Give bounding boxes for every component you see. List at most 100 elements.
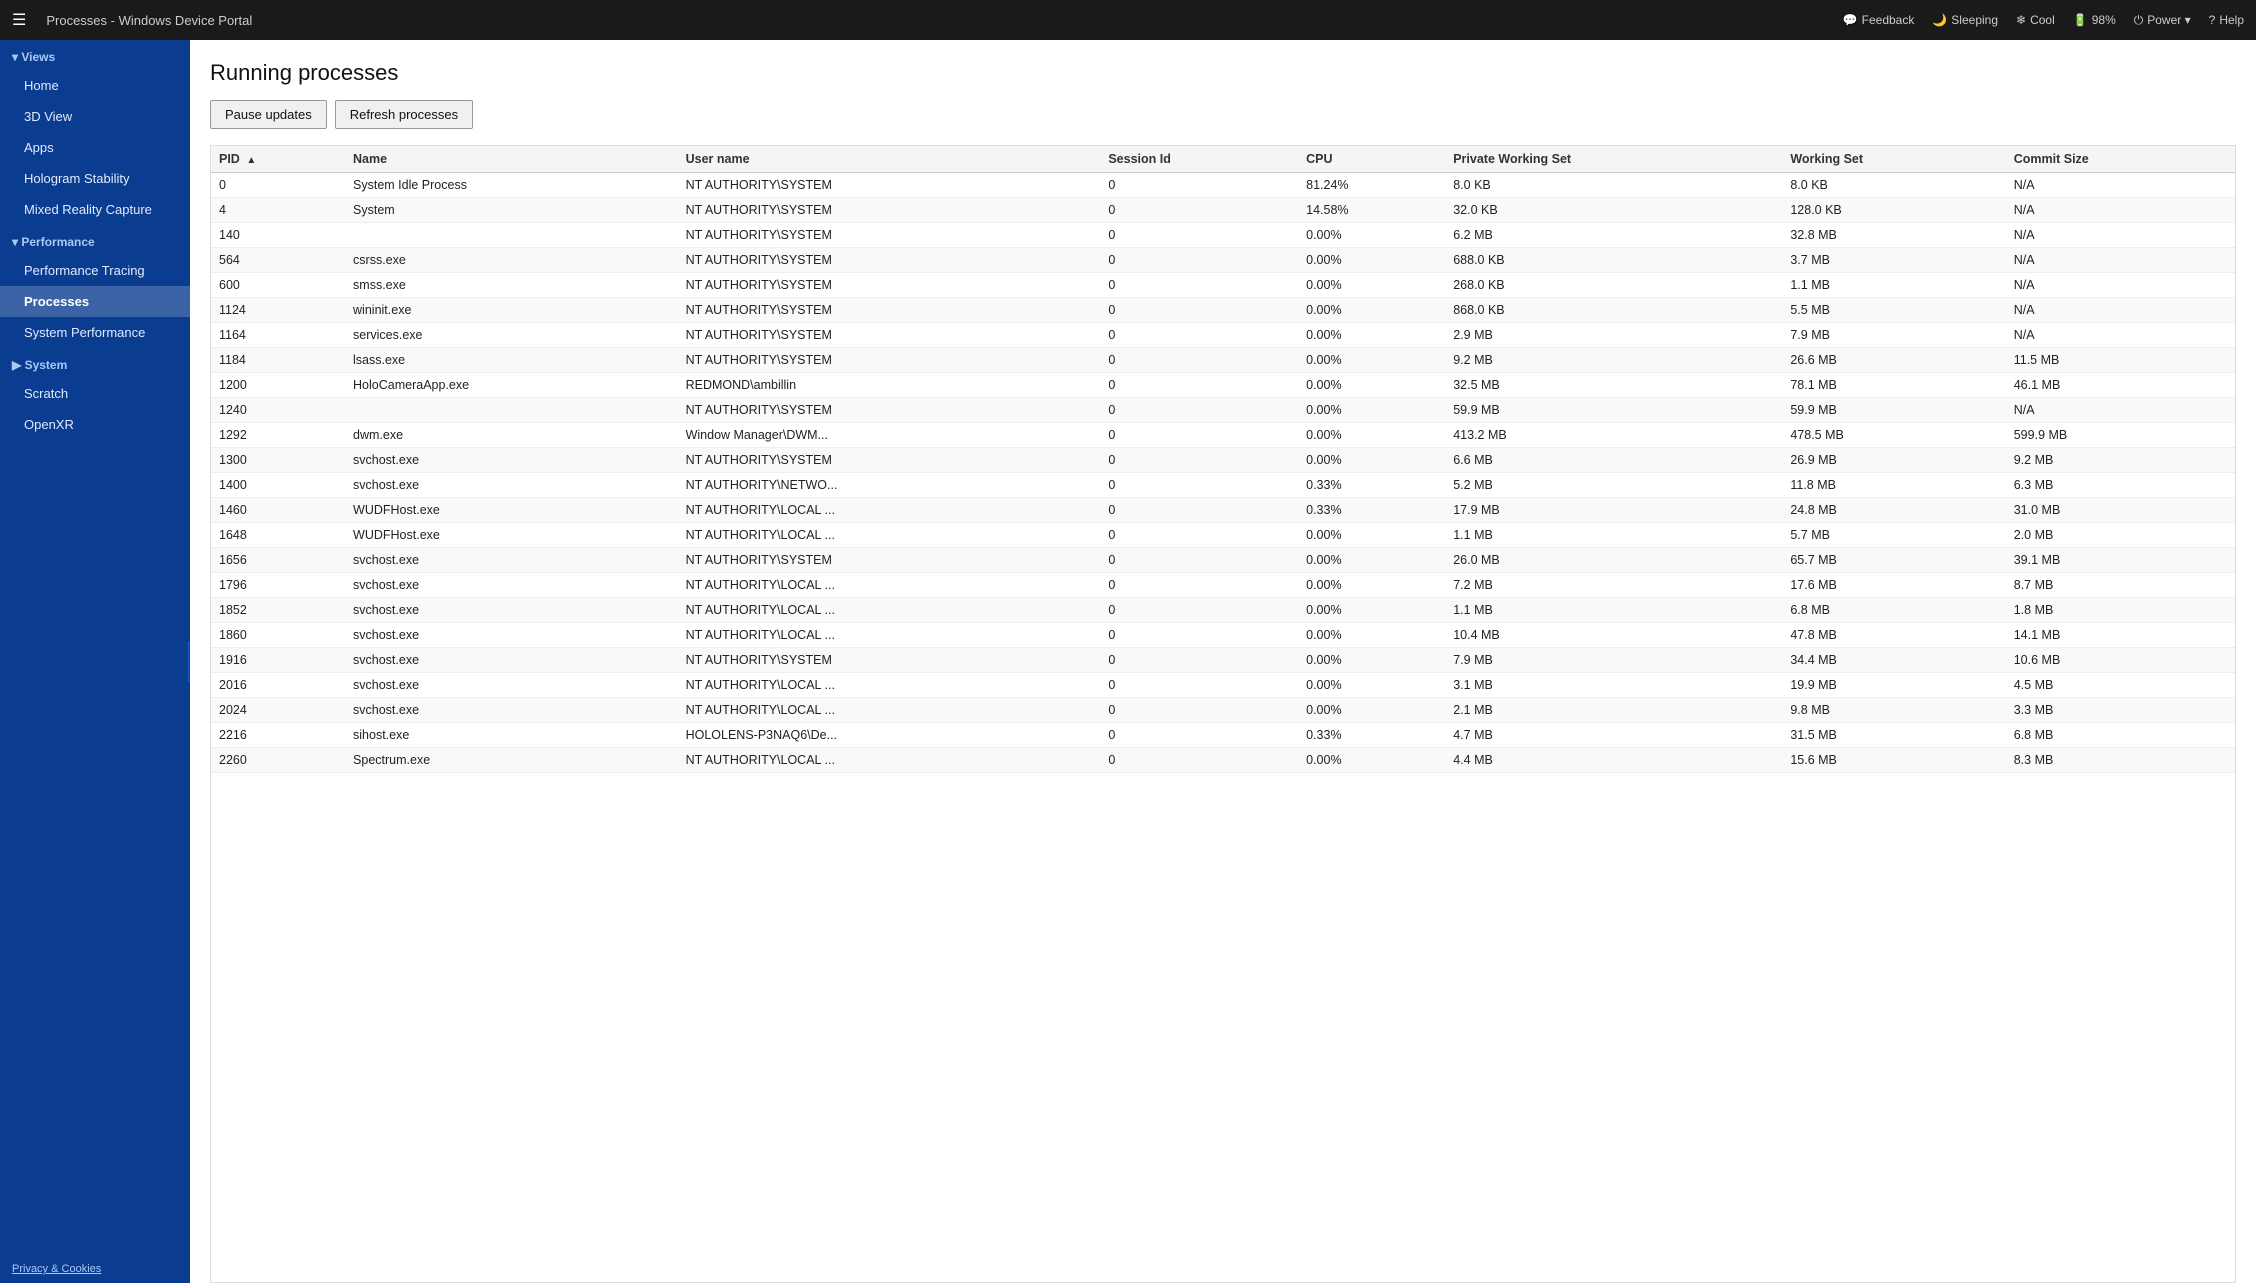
cell-pid: 1860 bbox=[211, 623, 345, 648]
cell-name: svchost.exe bbox=[345, 548, 678, 573]
cell-private_working_set: 4.7 MB bbox=[1445, 723, 1782, 748]
battery-button[interactable]: 🔋 98% bbox=[2073, 13, 2116, 27]
help-button[interactable]: ? Help bbox=[2209, 13, 2244, 27]
cell-session_id: 0 bbox=[1100, 648, 1298, 673]
sidebar-item-scratch[interactable]: Scratch bbox=[0, 378, 190, 409]
col-username[interactable]: User name bbox=[678, 146, 1101, 173]
sidebar-item-system-performance[interactable]: System Performance bbox=[0, 317, 190, 348]
cell-cpu: 0.00% bbox=[1298, 448, 1445, 473]
table-row[interactable]: 564csrss.exeNT AUTHORITY\SYSTEM00.00%688… bbox=[211, 248, 2235, 273]
sidebar-section-views[interactable]: ▾ Views bbox=[0, 40, 190, 70]
sidebar-item-home[interactable]: Home bbox=[0, 70, 190, 101]
table-row[interactable]: 1124wininit.exeNT AUTHORITY\SYSTEM00.00%… bbox=[211, 298, 2235, 323]
cell-pid: 1292 bbox=[211, 423, 345, 448]
table-row[interactable]: 2216sihost.exeHOLOLENS-P3NAQ6\De...00.33… bbox=[211, 723, 2235, 748]
table-row[interactable]: 1460WUDFHost.exeNT AUTHORITY\LOCAL ...00… bbox=[211, 498, 2235, 523]
menu-icon[interactable]: ☰ bbox=[12, 10, 26, 30]
cell-private_working_set: 868.0 KB bbox=[1445, 298, 1782, 323]
table-row[interactable]: 2016svchost.exeNT AUTHORITY\LOCAL ...00.… bbox=[211, 673, 2235, 698]
sidebar-item-performance-tracing[interactable]: Performance Tracing bbox=[0, 255, 190, 286]
table-row[interactable]: 1400svchost.exeNT AUTHORITY\NETWO...00.3… bbox=[211, 473, 2235, 498]
cell-pid: 600 bbox=[211, 273, 345, 298]
privacy-cookies-link[interactable]: Privacy & Cookies bbox=[0, 1255, 190, 1283]
table-row[interactable]: 0System Idle ProcessNT AUTHORITY\SYSTEM0… bbox=[211, 173, 2235, 198]
sidebar-item-3d-view[interactable]: 3D View bbox=[0, 101, 190, 132]
table-row[interactable]: 4SystemNT AUTHORITY\SYSTEM014.58%32.0 KB… bbox=[211, 198, 2235, 223]
cell-name: HoloCameraApp.exe bbox=[345, 373, 678, 398]
sidebar-collapse-button[interactable]: ◀ bbox=[188, 642, 190, 682]
table-row[interactable]: 2260Spectrum.exeNT AUTHORITY\LOCAL ...00… bbox=[211, 748, 2235, 773]
cell-session_id: 0 bbox=[1100, 423, 1298, 448]
cell-username: NT AUTHORITY\SYSTEM bbox=[678, 198, 1101, 223]
sort-arrow-pid: ▲ bbox=[246, 155, 256, 166]
col-name[interactable]: Name bbox=[345, 146, 678, 173]
cell-username: NT AUTHORITY\SYSTEM bbox=[678, 648, 1101, 673]
pause-updates-button[interactable]: Pause updates bbox=[210, 100, 327, 129]
cell-working_set: 34.4 MB bbox=[1782, 648, 2005, 673]
col-pid[interactable]: PID ▲ bbox=[211, 146, 345, 173]
cell-private_working_set: 4.4 MB bbox=[1445, 748, 1782, 773]
col-private-working-set[interactable]: Private Working Set bbox=[1445, 146, 1782, 173]
sidebar-item-apps[interactable]: Apps bbox=[0, 132, 190, 163]
col-session-id[interactable]: Session Id bbox=[1100, 146, 1298, 173]
sidebar-item-openxr[interactable]: OpenXR bbox=[0, 409, 190, 440]
table-row[interactable]: 1648WUDFHost.exeNT AUTHORITY\LOCAL ...00… bbox=[211, 523, 2235, 548]
cell-username: NT AUTHORITY\SYSTEM bbox=[678, 273, 1101, 298]
cell-username: NT AUTHORITY\SYSTEM bbox=[678, 548, 1101, 573]
cell-working_set: 128.0 KB bbox=[1782, 198, 2005, 223]
cell-name bbox=[345, 223, 678, 248]
cell-commit_size: N/A bbox=[2006, 323, 2235, 348]
cell-pid: 2024 bbox=[211, 698, 345, 723]
cell-session_id: 0 bbox=[1100, 448, 1298, 473]
sidebar-section-system[interactable]: ▶ System bbox=[0, 348, 190, 378]
table-row[interactable]: 1916svchost.exeNT AUTHORITY\SYSTEM00.00%… bbox=[211, 648, 2235, 673]
processes-table-container[interactable]: PID ▲ Name User name Session Id CPU Priv… bbox=[210, 145, 2236, 1283]
cell-working_set: 65.7 MB bbox=[1782, 548, 2005, 573]
cell-working_set: 24.8 MB bbox=[1782, 498, 2005, 523]
cell-pid: 1200 bbox=[211, 373, 345, 398]
table-row[interactable]: 140NT AUTHORITY\SYSTEM00.00%6.2 MB32.8 M… bbox=[211, 223, 2235, 248]
cell-cpu: 14.58% bbox=[1298, 198, 1445, 223]
feedback-icon: 💬 bbox=[1843, 13, 1858, 27]
table-row[interactable]: 1300svchost.exeNT AUTHORITY\SYSTEM00.00%… bbox=[211, 448, 2235, 473]
sidebar-item-hologram-stability[interactable]: Hologram Stability bbox=[0, 163, 190, 194]
table-row[interactable]: 600smss.exeNT AUTHORITY\SYSTEM00.00%268.… bbox=[211, 273, 2235, 298]
cell-username: NT AUTHORITY\SYSTEM bbox=[678, 323, 1101, 348]
refresh-processes-button[interactable]: Refresh processes bbox=[335, 100, 473, 129]
power-button[interactable]: ⏻ Power ▾ bbox=[2134, 13, 2191, 28]
feedback-button[interactable]: 💬 Feedback bbox=[1843, 13, 1915, 27]
cell-pid: 2016 bbox=[211, 673, 345, 698]
table-row[interactable]: 1184lsass.exeNT AUTHORITY\SYSTEM00.00%9.… bbox=[211, 348, 2235, 373]
col-working-set[interactable]: Working Set bbox=[1782, 146, 2005, 173]
cell-name bbox=[345, 398, 678, 423]
cell-pid: 1240 bbox=[211, 398, 345, 423]
cell-commit_size: N/A bbox=[2006, 273, 2235, 298]
cool-button[interactable]: ❄ Cool bbox=[2016, 13, 2055, 27]
table-row[interactable]: 1796svchost.exeNT AUTHORITY\LOCAL ...00.… bbox=[211, 573, 2235, 598]
cell-session_id: 0 bbox=[1100, 748, 1298, 773]
cell-commit_size: 10.6 MB bbox=[2006, 648, 2235, 673]
col-cpu[interactable]: CPU bbox=[1298, 146, 1445, 173]
cell-commit_size: 31.0 MB bbox=[2006, 498, 2235, 523]
table-row[interactable]: 1200HoloCameraApp.exeREDMOND\ambillin00.… bbox=[211, 373, 2235, 398]
table-row[interactable]: 1656svchost.exeNT AUTHORITY\SYSTEM00.00%… bbox=[211, 548, 2235, 573]
col-commit-size[interactable]: Commit Size bbox=[2006, 146, 2235, 173]
cell-name: smss.exe bbox=[345, 273, 678, 298]
cell-name: WUDFHost.exe bbox=[345, 523, 678, 548]
table-row[interactable]: 1292dwm.exeWindow Manager\DWM...00.00%41… bbox=[211, 423, 2235, 448]
sidebar-section-performance[interactable]: ▾ Performance bbox=[0, 225, 190, 255]
sidebar-item-mixed-reality-capture[interactable]: Mixed Reality Capture bbox=[0, 194, 190, 225]
cell-working_set: 5.7 MB bbox=[1782, 523, 2005, 548]
cell-username: NT AUTHORITY\SYSTEM bbox=[678, 298, 1101, 323]
cell-cpu: 0.00% bbox=[1298, 298, 1445, 323]
table-row[interactable]: 1164services.exeNT AUTHORITY\SYSTEM00.00… bbox=[211, 323, 2235, 348]
sleeping-button[interactable]: 🌙 Sleeping bbox=[1932, 13, 1998, 27]
table-row[interactable]: 1240NT AUTHORITY\SYSTEM00.00%59.9 MB59.9… bbox=[211, 398, 2235, 423]
table-row[interactable]: 2024svchost.exeNT AUTHORITY\LOCAL ...00.… bbox=[211, 698, 2235, 723]
table-row[interactable]: 1852svchost.exeNT AUTHORITY\LOCAL ...00.… bbox=[211, 598, 2235, 623]
table-row[interactable]: 1860svchost.exeNT AUTHORITY\LOCAL ...00.… bbox=[211, 623, 2235, 648]
sidebar-item-processes[interactable]: Processes bbox=[0, 286, 190, 317]
battery-icon: 🔋 bbox=[2073, 13, 2088, 27]
cell-commit_size: N/A bbox=[2006, 173, 2235, 198]
cell-username: HOLOLENS-P3NAQ6\De... bbox=[678, 723, 1101, 748]
